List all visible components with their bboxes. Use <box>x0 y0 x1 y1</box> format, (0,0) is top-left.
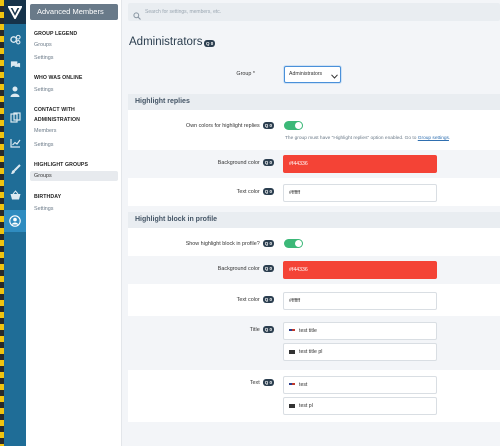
sidebar-heading-contact: CONTACT WITH <box>34 107 75 113</box>
block-bg-color-value: #f44336 <box>289 267 308 273</box>
chart-icon[interactable] <box>4 132 26 154</box>
section-highlight-block: Highlight block in profile <box>128 212 500 228</box>
sidebar-heading-administration: ADMINISTRATION <box>34 117 80 123</box>
section-highlight-replies: Highlight replies <box>128 94 500 110</box>
title-label-text: Title <box>249 327 260 333</box>
page-title: Administrators <box>129 36 203 48</box>
logo-icon[interactable] <box>4 0 26 24</box>
sidebar-heading-group-legend: GROUP LEGEND <box>34 31 78 37</box>
sidebar-link-groups-active[interactable]: Groups <box>30 171 118 181</box>
block-text-color-label: Text color Q 0 <box>160 296 274 304</box>
bg-color-input[interactable]: #f44336 <box>283 155 437 173</box>
block-bg-color-badge: Q 0 <box>262 265 274 273</box>
user-icon[interactable] <box>4 80 26 102</box>
help-text: The group must have "Highlight replies" … <box>285 136 417 141</box>
block-bg-color-label-text: Background color <box>217 266 260 272</box>
search-bar[interactable]: Search for settings, members, etc. <box>128 3 500 21</box>
group-label: Group * <box>150 70 255 78</box>
title-field-badge: Q 0 <box>262 326 274 334</box>
cogs-icon[interactable] <box>4 28 26 50</box>
title-badge: Q 0 <box>204 40 216 47</box>
group-settings-link[interactable]: Group settings <box>418 136 449 141</box>
icon-rail <box>0 0 26 446</box>
flag-en-icon <box>289 383 295 387</box>
show-block-label: Show highlight block in profile? Q 0 <box>140 240 274 248</box>
sidebar-heading-birthday: BIRTHDAY <box>34 194 62 200</box>
sidebar-link-groups[interactable]: Groups <box>34 41 52 49</box>
bg-color-value: #f44336 <box>289 161 308 167</box>
sidebar-link-settings[interactable]: Settings <box>34 54 53 62</box>
block-text-color-input[interactable]: #ffffff <box>283 292 437 310</box>
search-input[interactable]: Search for settings, members, etc. <box>145 3 221 21</box>
text-en-value: test <box>299 382 308 388</box>
text-color-label: Text color Q 0 <box>160 188 274 196</box>
sidebar-link-members[interactable]: Members <box>34 127 56 135</box>
flag-pl-icon <box>289 350 295 354</box>
text-color-input[interactable]: #ffffff <box>283 184 437 202</box>
title-label: Title Q 0 <box>200 326 274 334</box>
title-pl-value: test title pl <box>299 349 323 355</box>
brush-icon[interactable] <box>4 158 26 180</box>
flag-pl-icon <box>289 404 295 408</box>
block-text-color-label-text: Text color <box>236 297 260 303</box>
help-period: . <box>448 136 451 141</box>
block-bg-color-label: Background color Q 0 <box>160 265 274 273</box>
own-colors-label: Own colors for highlight replies Q 0 <box>140 122 274 130</box>
bg-color-label: Background color Q 0 <box>160 159 274 167</box>
search-icon <box>133 7 141 25</box>
group-label-text: Group * <box>236 71 255 77</box>
text-en-input[interactable]: test <box>283 376 437 394</box>
block-text-color-badge: Q 0 <box>262 296 274 304</box>
title-pl-input[interactable]: test title pl <box>283 343 437 361</box>
group-select-value: Administrators <box>289 71 323 77</box>
text-color-label-text: Text color <box>236 189 260 195</box>
own-colors-help: The group must have "Highlight replies" … <box>285 135 450 142</box>
text-label-text: Text <box>249 380 260 386</box>
module-sidebar: Advanced Members GROUP LEGEND Groups Set… <box>26 0 122 446</box>
block-text-color-value: #ffffff <box>289 298 301 304</box>
sidebar-title: Advanced Members <box>30 4 118 20</box>
bg-color-label-text: Background color <box>217 160 260 166</box>
text-color-badge: Q 0 <box>262 188 274 196</box>
show-block-label-text: Show highlight block in profile? <box>185 241 260 247</box>
basket-icon[interactable] <box>4 184 26 206</box>
own-colors-label-text: Own colors for highlight replies <box>186 123 260 129</box>
show-block-toggle[interactable] <box>284 239 303 248</box>
sidebar-heading-who-was-online: WHO WAS ONLINE <box>34 75 83 81</box>
row-own-colors <box>128 110 500 150</box>
chevron-down-icon <box>331 71 338 86</box>
block-bg-color-input[interactable]: #f44336 <box>283 261 437 279</box>
text-color-value: #ffffff <box>289 190 301 196</box>
sidebar-link-settings[interactable]: Settings <box>34 86 53 94</box>
text-pl-input[interactable]: test pl <box>283 397 437 415</box>
bg-color-badge: Q 0 <box>262 159 274 167</box>
clipboard-icon[interactable] <box>4 106 26 128</box>
title-en-input[interactable]: test title <box>283 322 437 340</box>
sidebar-heading-highlight-groups: HIGHLIGHT GROUPS <box>34 162 89 168</box>
sidebar-link-settings[interactable]: Settings <box>34 141 53 149</box>
group-select[interactable]: Administrators <box>284 66 341 83</box>
title-en-value: test title <box>299 328 317 334</box>
sidebar-link-settings[interactable]: Settings <box>34 205 53 213</box>
text-field-badge: Q 0 <box>262 379 274 387</box>
flag-en-icon <box>289 329 295 333</box>
own-colors-badge: Q 0 <box>262 122 274 130</box>
chat-icon[interactable] <box>4 54 26 76</box>
profile-icon[interactable] <box>4 210 26 232</box>
own-colors-toggle[interactable] <box>284 121 303 130</box>
show-block-badge: Q 0 <box>262 240 274 248</box>
text-pl-value: test pl <box>299 403 313 409</box>
text-label: Text Q 0 <box>200 379 274 387</box>
